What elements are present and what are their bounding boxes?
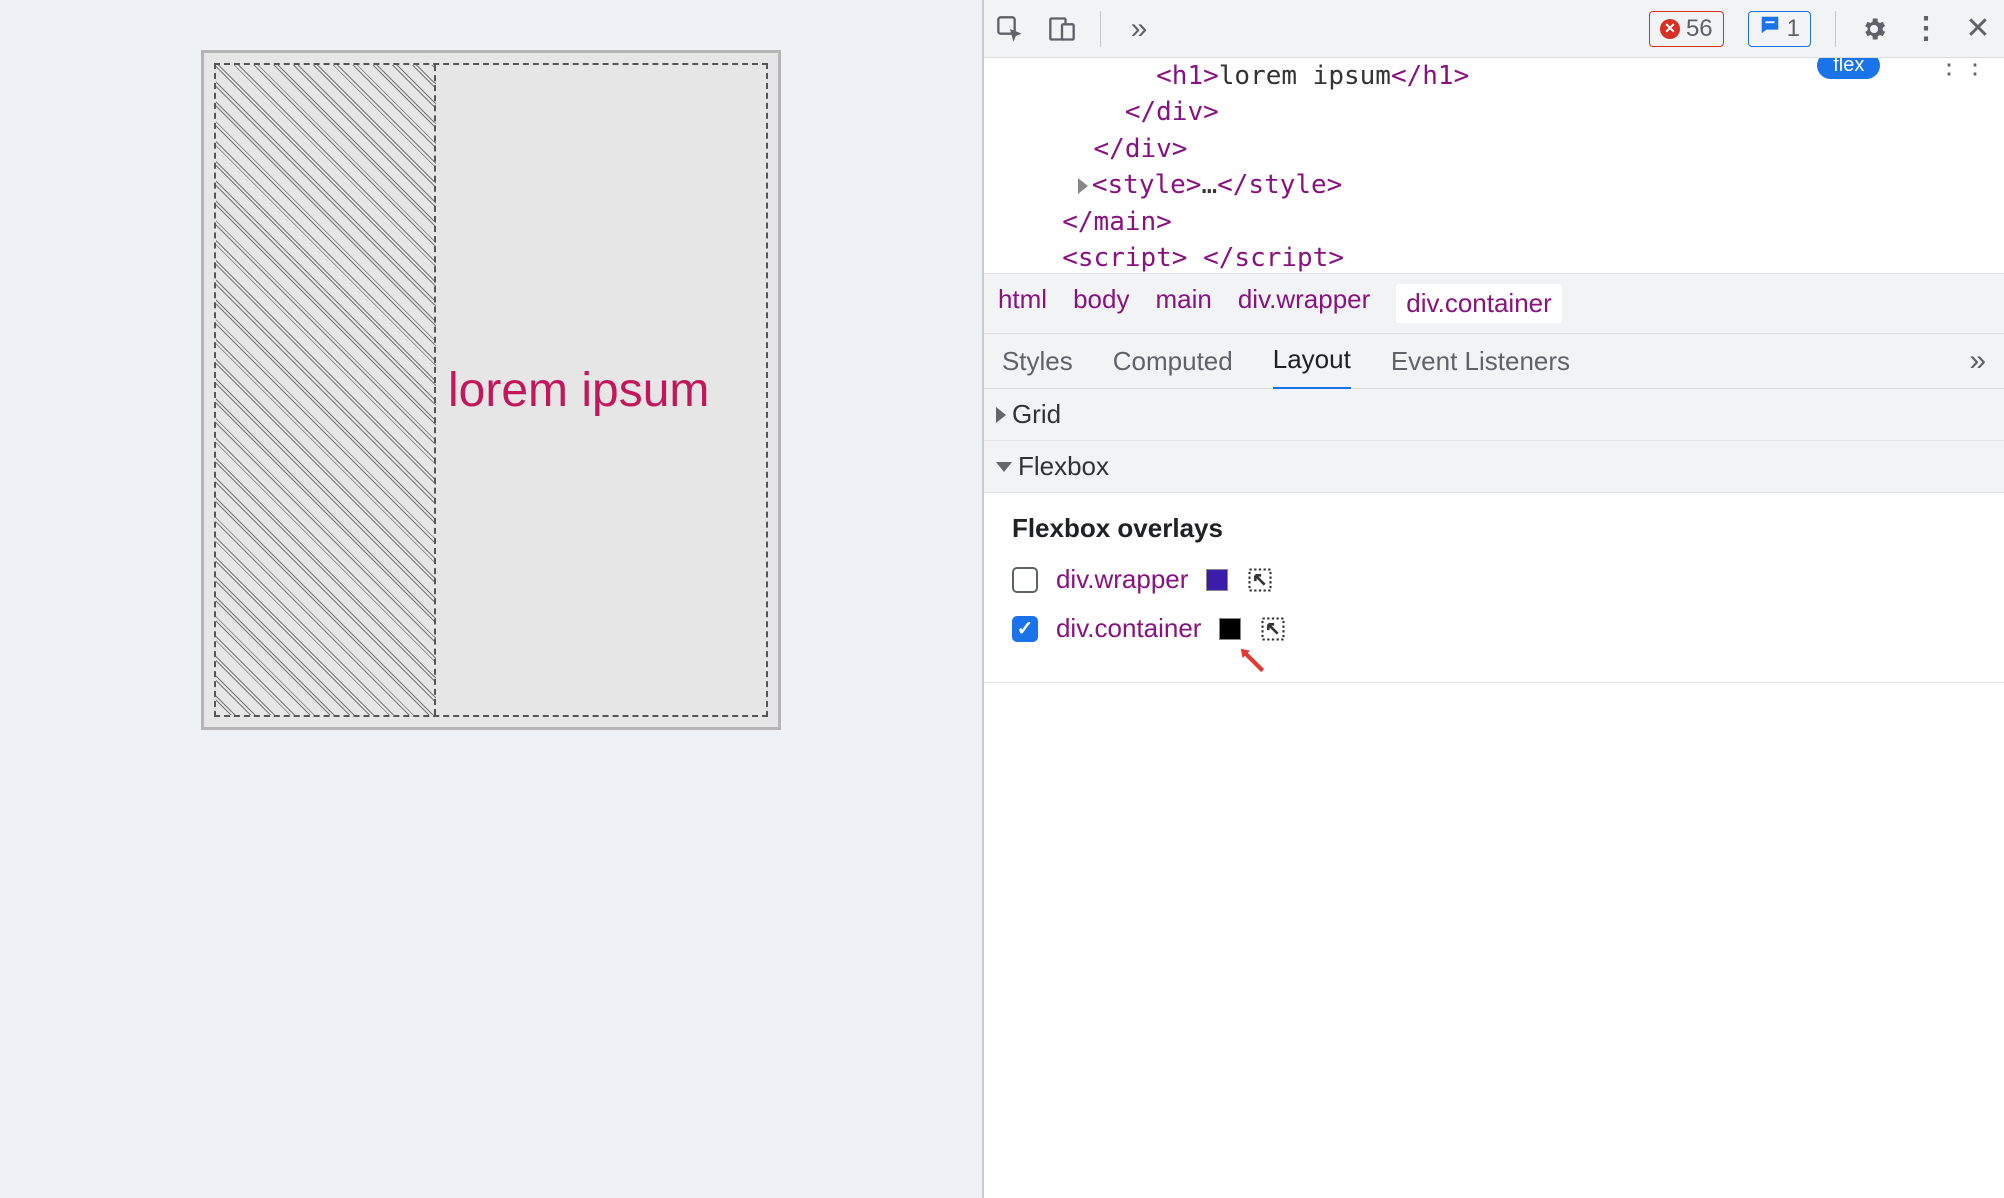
overlay-row-container: div.container bbox=[1012, 613, 1976, 644]
grid-section-label: Grid bbox=[1012, 399, 1061, 430]
grid-section-header[interactable]: Grid bbox=[984, 389, 2004, 441]
collapse-triangle-icon bbox=[996, 407, 1006, 423]
settings-icon[interactable] bbox=[1860, 15, 1888, 43]
crumb-container[interactable]: div.container bbox=[1396, 284, 1562, 323]
flexbox-section-label: Flexbox bbox=[1018, 451, 1109, 482]
toolbar-separator bbox=[1100, 11, 1101, 47]
overlay-row-wrapper: div.wrapper bbox=[1012, 564, 1976, 595]
overlay-checkbox-container[interactable] bbox=[1012, 616, 1038, 642]
tab-computed[interactable]: Computed bbox=[1113, 334, 1233, 389]
elements-source[interactable]: flex ⋮⋮ <h1>lorem ipsum</h1> </div> </di… bbox=[984, 58, 2004, 273]
breadcrumb: html body main div.wrapper div.container bbox=[984, 273, 2004, 333]
device-mode-icon[interactable] bbox=[1048, 15, 1076, 43]
crumb-wrapper[interactable]: div.wrapper bbox=[1238, 284, 1370, 323]
heading-text: lorem ipsum bbox=[448, 363, 709, 418]
reveal-icon[interactable] bbox=[1259, 615, 1287, 643]
flexbox-overlays-body: Flexbox overlays div.wrapper div.contain… bbox=[984, 493, 2004, 683]
color-swatch-container[interactable] bbox=[1219, 618, 1241, 640]
inspect-icon[interactable] bbox=[996, 15, 1024, 43]
tab-styles[interactable]: Styles bbox=[1002, 334, 1073, 389]
collapse-triangle-icon[interactable] bbox=[1078, 178, 1088, 194]
kebab-icon[interactable]: ⋮ bbox=[1912, 15, 1940, 43]
crumb-body[interactable]: body bbox=[1073, 284, 1129, 323]
close-icon[interactable]: ✕ bbox=[1964, 15, 1992, 43]
overlay-label-container[interactable]: div.container bbox=[1056, 613, 1202, 644]
flex-badge[interactable]: flex bbox=[1817, 58, 1880, 79]
reveal-icon[interactable] bbox=[1246, 566, 1274, 594]
overlay-label-wrapper[interactable]: div.wrapper bbox=[1056, 564, 1188, 595]
subtabs-overflow-icon[interactable]: » bbox=[1969, 344, 1986, 378]
container-box: lorem ipsum bbox=[214, 63, 768, 717]
wrapper-box: lorem ipsum bbox=[201, 50, 781, 730]
crumb-main[interactable]: main bbox=[1155, 284, 1211, 323]
flexbox-section-header[interactable]: Flexbox bbox=[984, 441, 2004, 493]
crumb-html[interactable]: html bbox=[998, 284, 1047, 323]
annotation-arrow bbox=[1237, 645, 1265, 673]
devtools-toolbar: » ✕ 56 1 ⋮ ✕ bbox=[984, 0, 2004, 58]
expand-triangle-icon bbox=[996, 462, 1012, 472]
message-count: 1 bbox=[1787, 15, 1800, 43]
flexbox-overlays-title: Flexbox overlays bbox=[1012, 513, 1976, 544]
subtab-bar: Styles Computed Layout Event Listeners » bbox=[984, 333, 2004, 389]
message-icon bbox=[1759, 14, 1781, 43]
flex-item: lorem ipsum bbox=[436, 65, 766, 715]
flex-hatching bbox=[216, 65, 436, 715]
devtools-panel: » ✕ 56 1 ⋮ ✕ flex ⋮⋮ <h1>lorem ipsum</h1… bbox=[982, 0, 2004, 1198]
page-viewport: lorem ipsum bbox=[0, 0, 982, 1198]
tab-event-listeners[interactable]: Event Listeners bbox=[1391, 334, 1570, 389]
overlay-checkbox-wrapper[interactable] bbox=[1012, 567, 1038, 593]
error-icon: ✕ bbox=[1660, 19, 1680, 39]
color-swatch-wrapper[interactable] bbox=[1206, 569, 1228, 591]
errors-pill[interactable]: ✕ 56 bbox=[1649, 11, 1724, 47]
error-count: 56 bbox=[1686, 15, 1713, 43]
messages-pill[interactable]: 1 bbox=[1748, 11, 1811, 47]
tabs-overflow-icon[interactable]: » bbox=[1125, 15, 1153, 43]
editor-overflow: flex ⋮⋮ bbox=[1817, 58, 1988, 80]
toolbar-separator bbox=[1835, 11, 1836, 47]
tab-layout[interactable]: Layout bbox=[1273, 332, 1351, 391]
